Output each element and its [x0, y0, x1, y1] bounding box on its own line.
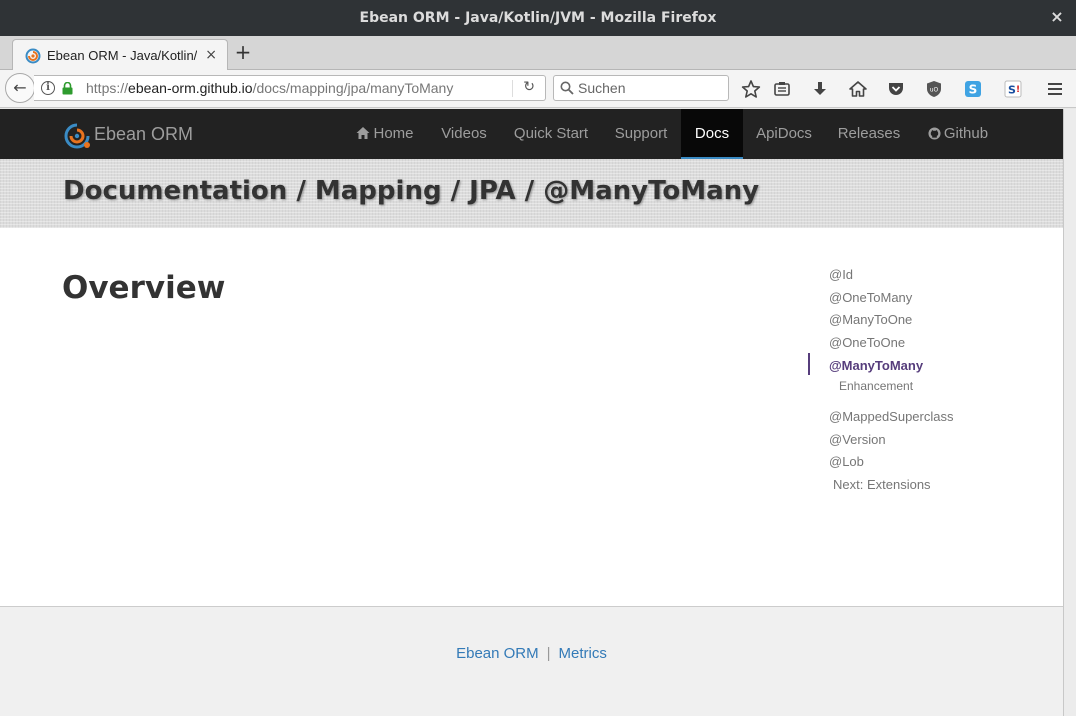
nav-apidocs[interactable]: ApiDocs — [750, 109, 818, 159]
brand-name: Ebean ORM — [94, 124, 194, 144]
window-close-button[interactable]: × — [1048, 8, 1066, 26]
toc-item-onetoone[interactable]: @OneToOne — [829, 335, 905, 350]
toc-item-lob[interactable]: @Lob — [829, 454, 864, 469]
search-bar[interactable] — [553, 75, 729, 101]
toc-item-version[interactable]: @Version — [829, 432, 886, 447]
url-host: ebean-orm.github.io — [128, 80, 253, 96]
ebean-logo-icon — [64, 123, 90, 149]
url-text: https://ebean-orm.github.io/docs/mapping… — [86, 80, 453, 96]
skype-icon[interactable]: S — [963, 79, 983, 99]
nav-support[interactable]: Support — [607, 109, 675, 159]
toc-item-id[interactable]: @Id — [829, 267, 853, 282]
window-titlebar: Ebean ORM - Java/Kotlin/JVM - Mozilla Fi… — [0, 0, 1076, 36]
pocket-icon[interactable] — [886, 79, 906, 99]
back-button[interactable]: ← — [5, 73, 35, 103]
toc-item-onetomany[interactable]: @OneToMany — [829, 290, 912, 305]
info-icon[interactable]: i — [41, 81, 55, 95]
url-path: /docs/mapping/jpa/manyToMany — [252, 80, 454, 96]
ebean-favicon-icon — [25, 48, 41, 64]
menu-icon[interactable] — [1045, 79, 1065, 99]
page-viewport: Ebean ORM Home Videos Quick Start Suppor… — [0, 109, 1063, 716]
url-bar[interactable]: i https://ebean-orm.github.io/docs/mappi… — [34, 75, 546, 101]
toc-item-mappedsuperclass[interactable]: @MappedSuperclass — [829, 409, 953, 424]
footer-link-ebean-orm[interactable]: Ebean ORM — [456, 645, 539, 662]
bookmark-star-icon[interactable] — [741, 79, 761, 99]
toc-item-manytoone[interactable]: @ManyToOne — [829, 312, 912, 327]
new-tab-button[interactable]: + — [232, 41, 254, 63]
search-input[interactable] — [578, 79, 724, 97]
url-scheme: https:// — [86, 80, 129, 96]
url-separator — [512, 80, 513, 97]
home-icon[interactable] — [848, 79, 868, 99]
site-navbar: Ebean ORM Home Videos Quick Start Suppor… — [0, 109, 1063, 159]
window-title: Ebean ORM - Java/Kotlin/JVM - Mozilla Fi… — [359, 10, 717, 26]
tab-title: Ebean ORM - Java/Kotlin/JVM — [47, 48, 197, 63]
footer-links: Ebean ORM | Metrics — [0, 645, 1063, 662]
svg-text:!: ! — [1016, 85, 1020, 95]
tab-strip: Ebean ORM - Java/Kotlin/JVM × + — [0, 36, 1076, 71]
nav-toolbar: ← i https://ebean-orm.github.io/docs/map… — [0, 70, 1076, 108]
nav-releases[interactable]: Releases — [832, 109, 906, 159]
footer-link-metrics[interactable]: Metrics — [559, 645, 607, 662]
page-banner: Documentation / Mapping / JPA / @ManyToM… — [0, 159, 1063, 228]
toc-active-indicator — [808, 353, 810, 375]
search-icon — [560, 81, 574, 95]
nav-docs[interactable]: Docs — [681, 109, 743, 159]
ublock-icon[interactable]: uO — [924, 79, 944, 99]
nav-videos[interactable]: Videos — [432, 109, 496, 159]
nav-github[interactable]: Github — [920, 109, 996, 159]
tab-close-button[interactable]: × — [205, 47, 217, 63]
page-scrollbar[interactable] — [1063, 109, 1076, 716]
github-icon — [928, 127, 941, 140]
nav-github-label: Github — [943, 125, 989, 142]
nav-quick-start[interactable]: Quick Start — [508, 109, 594, 159]
reading-list-icon[interactable] — [772, 79, 792, 99]
nav-home[interactable]: Home — [350, 109, 420, 159]
svg-text:S: S — [969, 83, 978, 97]
tab-ebean-orm[interactable]: Ebean ORM - Java/Kotlin/JVM × — [12, 39, 228, 71]
si-icon[interactable]: S! — [1003, 79, 1023, 99]
toc-item-manytomany[interactable]: @ManyToMany — [829, 358, 923, 373]
lock-icon — [62, 82, 73, 95]
section-heading: Overview — [62, 270, 226, 306]
page-footer: Ebean ORM | Metrics — [0, 606, 1063, 716]
page-title: Documentation / Mapping / JPA / @ManyToM… — [63, 176, 760, 206]
svg-text:uO: uO — [930, 87, 939, 94]
toc-subitem-enhancement[interactable]: Enhancement — [839, 379, 913, 393]
home-icon — [356, 127, 370, 139]
download-icon[interactable] — [810, 79, 830, 99]
nav-home-label: Home — [373, 125, 414, 142]
reload-icon[interactable]: ↻ — [523, 79, 535, 95]
svg-text:S: S — [1008, 84, 1016, 97]
footer-separator: | — [546, 645, 551, 662]
toc-next-link[interactable]: Next: Extensions — [833, 477, 931, 492]
